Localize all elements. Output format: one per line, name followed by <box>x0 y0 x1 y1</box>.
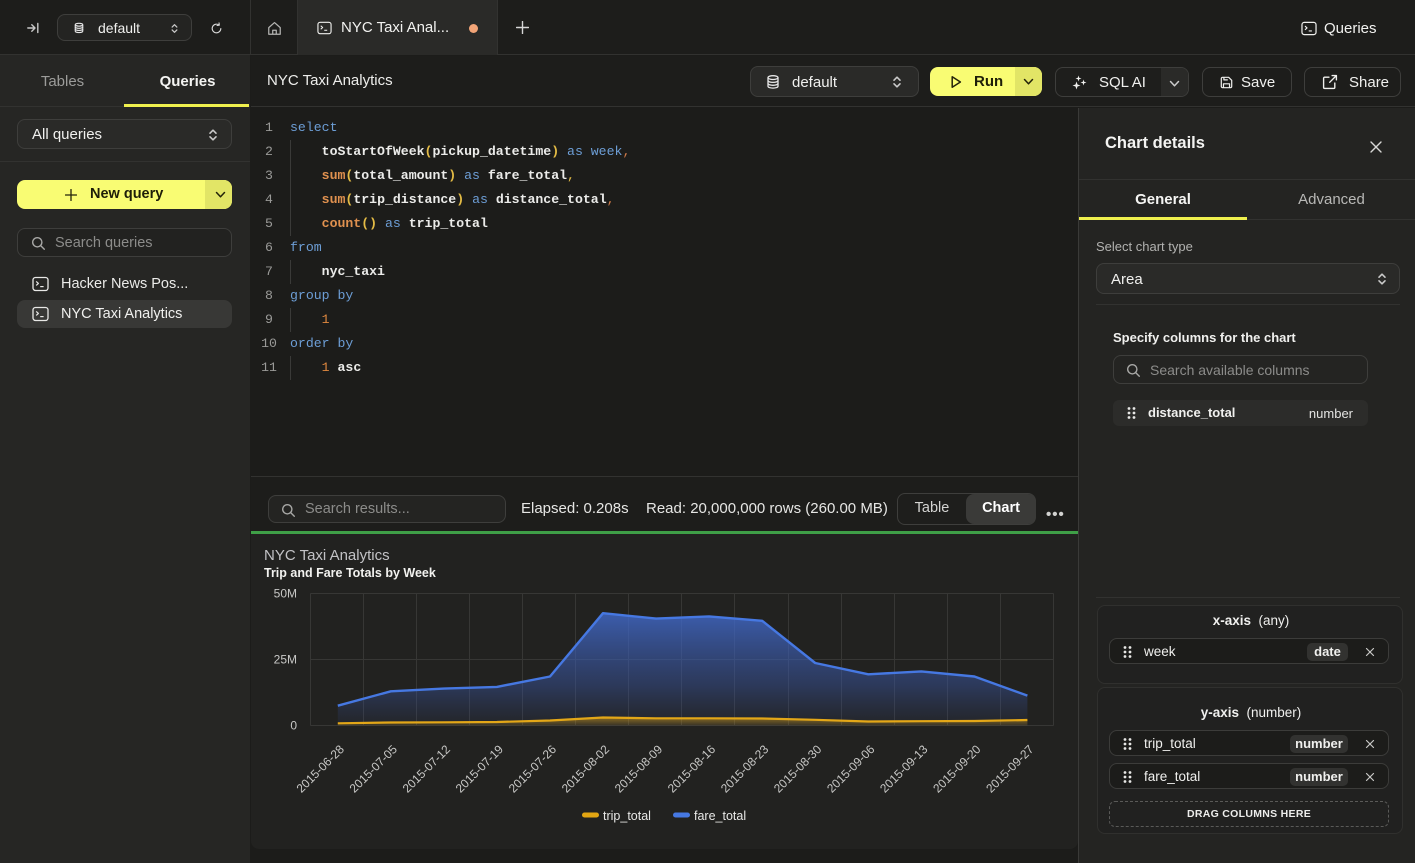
svg-text:trip_total: trip_total <box>603 809 651 823</box>
svg-text:2015-08-23: 2015-08-23 <box>718 742 772 796</box>
svg-text:2015-09-06: 2015-09-06 <box>824 742 878 796</box>
svg-text:0: 0 <box>290 719 297 733</box>
svg-text:2015-07-19: 2015-07-19 <box>453 742 507 796</box>
svg-text:2015-08-02: 2015-08-02 <box>559 742 613 796</box>
svg-text:2015-09-27: 2015-09-27 <box>983 742 1037 796</box>
svg-text:2015-07-05: 2015-07-05 <box>347 742 401 796</box>
svg-text:25M: 25M <box>274 653 297 667</box>
svg-text:2015-07-26: 2015-07-26 <box>506 742 560 796</box>
svg-text:2015-07-12: 2015-07-12 <box>400 742 454 796</box>
svg-text:fare_total: fare_total <box>694 809 746 823</box>
svg-text:50M: 50M <box>274 587 297 601</box>
svg-text:2015-09-20: 2015-09-20 <box>930 742 984 796</box>
svg-text:2015-09-13: 2015-09-13 <box>877 742 931 796</box>
svg-text:2015-06-28: 2015-06-28 <box>294 742 348 796</box>
svg-text:2015-08-09: 2015-08-09 <box>612 742 666 796</box>
svg-text:2015-08-30: 2015-08-30 <box>771 742 825 796</box>
svg-text:2015-08-16: 2015-08-16 <box>665 742 719 796</box>
